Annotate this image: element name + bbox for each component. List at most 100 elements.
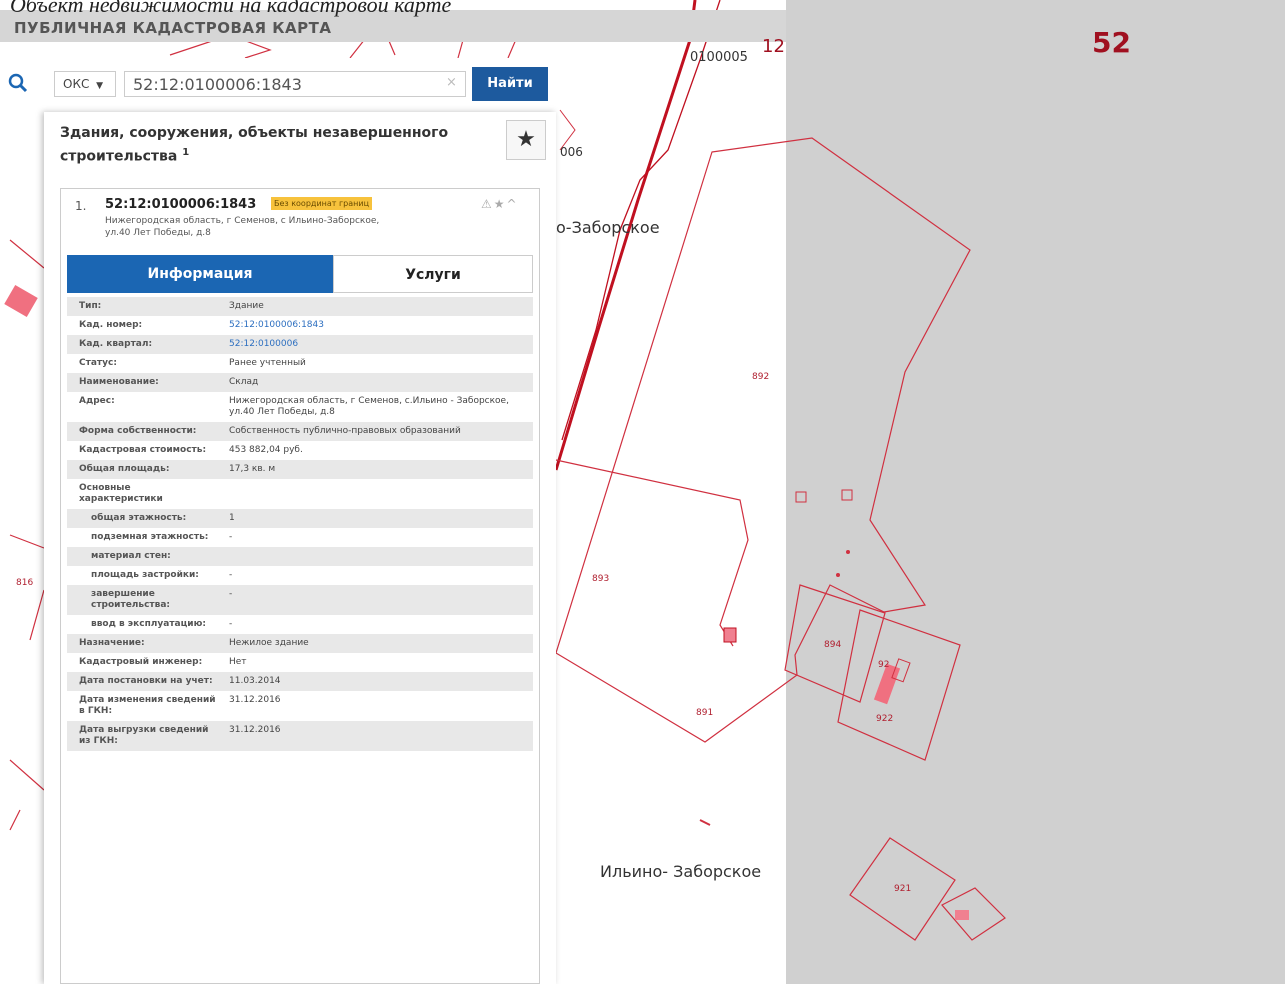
- search-bar: ОКС ▼ × Найти: [0, 58, 556, 110]
- object-type-value: ОКС: [63, 77, 90, 91]
- table-row: Дата выгрузки сведений из ГКН: 31.12.2016: [67, 721, 533, 751]
- result-cad-number[interactable]: 52:12:0100006:1843: [105, 197, 256, 212]
- table-row: материал стен:: [67, 547, 533, 566]
- row-key: Дата постановки на учет:: [79, 676, 213, 686]
- result-actions: ⚠★^: [481, 197, 519, 211]
- result-address: Нижегородская область, г Семенов, с Ильи…: [105, 216, 380, 238]
- row-key: Общая площадь:: [79, 464, 170, 474]
- result-index: 1.: [75, 199, 87, 213]
- table-row: Дата изменения сведений в ГКН: 31.12.2016: [67, 691, 533, 721]
- row-key: подземная этажность:: [91, 532, 209, 542]
- row-value: Склад: [229, 377, 259, 387]
- row-value-link[interactable]: 52:12:0100006: [217, 339, 517, 350]
- row-value: Нет: [229, 657, 247, 667]
- find-button[interactable]: Найти: [472, 67, 548, 101]
- star-icon: ★: [516, 127, 536, 152]
- figure-caption: Объект недвижимости на кадастровой карте: [10, 0, 452, 17]
- panel-title-count: 1: [182, 147, 190, 158]
- table-row: Кадастровый инженер: Нет: [67, 653, 533, 672]
- chevron-up-icon[interactable]: ^: [507, 197, 519, 211]
- row-value: 11.03.2014: [229, 676, 281, 686]
- row-value: Нежилое здание: [229, 638, 309, 648]
- row-key: Дата изменения сведений в ГКН:: [79, 695, 216, 716]
- search-input[interactable]: [124, 71, 466, 97]
- table-row: Кад. квартал: 52:12:0100006: [67, 335, 533, 354]
- region-label: 52: [1092, 26, 1131, 59]
- row-key: Тип:: [79, 301, 102, 311]
- table-row: Кад. номер: 52:12:0100006:1843: [67, 316, 533, 335]
- table-row: ввод в эксплуатацию: -: [67, 615, 533, 634]
- attribute-table: Тип: Здание Кад. номер: 52:12:0100006:1843 К…: [67, 297, 533, 751]
- row-value: 1: [229, 513, 235, 523]
- row-key: Кадастровая стоимость:: [79, 445, 207, 455]
- table-row: Статус: Ранее учтенный: [67, 354, 533, 373]
- row-key: Назначение:: [79, 638, 145, 648]
- row-value: -: [229, 532, 233, 542]
- row-value: -: [229, 619, 233, 629]
- row-key: Кад. номер:: [79, 320, 143, 330]
- row-value: 31.12.2016: [229, 695, 281, 705]
- warning-icon[interactable]: ⚠: [481, 197, 494, 211]
- row-value: Собственность публично-правовых образова…: [229, 426, 461, 436]
- table-row: подземная этажность: -: [67, 528, 533, 547]
- row-key: Адрес:: [79, 396, 115, 406]
- table-row: Форма собственности: Собственность публич…: [67, 422, 533, 441]
- search-icon[interactable]: [8, 73, 28, 93]
- row-value: [217, 483, 517, 505]
- object-info-panel: Здания, сооружения, объекты незавершенно…: [44, 112, 556, 984]
- panel-title: Здания, сооружения, объекты незавершенно…: [60, 124, 490, 167]
- object-type-select[interactable]: ОКС ▼: [54, 71, 116, 97]
- row-value-link[interactable]: 52:12:0100006:1843: [217, 320, 517, 331]
- result-card: 1. 52:12:0100006:1843 Без координат гран…: [60, 188, 540, 984]
- tab-services[interactable]: Услуги: [333, 255, 533, 293]
- table-row: Кадастровая стоимость: 453 882,04 руб.: [67, 441, 533, 460]
- row-key: Кадастровый инженер:: [79, 657, 203, 667]
- row-value: 17,3 кв. м: [229, 464, 276, 474]
- parcel-label-891: 891: [696, 708, 714, 718]
- row-key: Дата выгрузки сведений из ГКН:: [79, 725, 209, 746]
- row-value: Здание: [229, 301, 264, 311]
- parcel-label-92: 92: [878, 660, 890, 670]
- row-key: Форма собственности:: [79, 426, 197, 436]
- row-key: Наименование:: [79, 377, 159, 387]
- quarter-label-006: 006: [560, 145, 583, 159]
- row-value: -: [229, 589, 233, 599]
- parcel-label-892: 892: [752, 372, 770, 382]
- table-row: Основные характеристики: [67, 479, 533, 509]
- row-key: Статус:: [79, 358, 117, 368]
- star-outline-icon[interactable]: ★: [494, 197, 507, 211]
- row-value: Нижегородская область, г Семенов, с.Ильи…: [229, 396, 509, 417]
- block-code-label: 0100005: [690, 50, 748, 65]
- row-value: Ранее учтенный: [229, 358, 306, 368]
- table-row: общая этажность: 1: [67, 509, 533, 528]
- parcel-label-816: 816: [16, 578, 34, 588]
- tab-information[interactable]: Информация: [67, 255, 333, 293]
- row-key: материал стен:: [91, 551, 171, 561]
- block-number-label: 12: [762, 36, 785, 57]
- table-row: Назначение: Нежилое здание: [67, 634, 533, 653]
- row-value: 453 882,04 руб.: [229, 445, 303, 455]
- favorite-button[interactable]: ★: [506, 120, 546, 160]
- row-key: ввод в эксплуатацию:: [91, 619, 206, 629]
- row-key: Кад. квартал:: [79, 339, 153, 349]
- row-value: [217, 551, 517, 562]
- village-label-top: о-Заборское: [556, 218, 660, 237]
- table-row: Общая площадь: 17,3 кв. м: [67, 460, 533, 479]
- row-key: площадь застройки:: [91, 570, 199, 580]
- parcel-label-893: 893: [592, 574, 610, 584]
- parcel-label-894: 894: [824, 640, 842, 650]
- row-key: завершение строительства:: [91, 589, 171, 610]
- table-row: завершение строительства: -: [67, 585, 533, 615]
- table-row: Наименование: Склад: [67, 373, 533, 392]
- table-row: Дата постановки на учет: 11.03.2014: [67, 672, 533, 691]
- clear-icon[interactable]: ×: [446, 75, 457, 90]
- parcel-label-922: 922: [876, 714, 894, 724]
- row-value: -: [229, 570, 233, 580]
- table-row: площадь застройки: -: [67, 566, 533, 585]
- chevron-down-icon: ▼: [96, 81, 104, 91]
- status-badge: Без координат границ: [271, 197, 373, 210]
- map-title: ПУБЛИЧНАЯ КАДАСТРОВАЯ КАРТА: [14, 19, 332, 37]
- row-key: Основные характеристики: [79, 483, 163, 504]
- info-tabs: Информация Услуги: [67, 255, 533, 293]
- village-label-bottom: Ильино- Заборское: [600, 862, 762, 881]
